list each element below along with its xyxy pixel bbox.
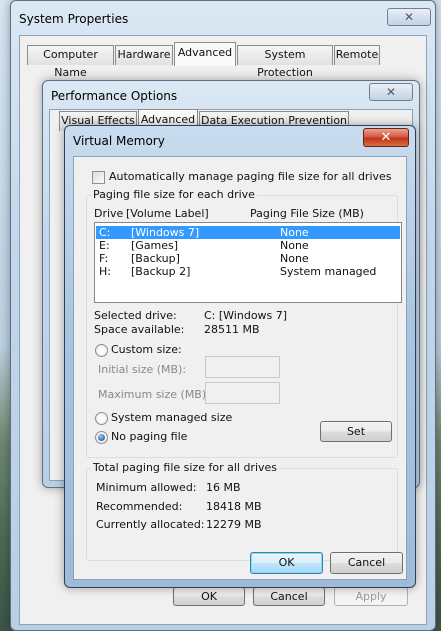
drive-paging-size: System managed bbox=[280, 265, 377, 278]
auto-manage-label[interactable]: Automatically manage paging file size fo… bbox=[109, 170, 392, 183]
ok-button[interactable]: OK bbox=[173, 587, 245, 606]
window-title: System Properties bbox=[19, 12, 129, 26]
maximum-size-input bbox=[205, 382, 280, 404]
drive-row[interactable]: C: [Windows 7] None bbox=[96, 226, 400, 239]
set-button[interactable]: Set bbox=[320, 421, 392, 442]
currently-allocated-value: 12279 MB bbox=[206, 518, 262, 531]
no-paging-radio[interactable] bbox=[95, 431, 108, 444]
drive-volume: [Backup 2] bbox=[131, 265, 191, 278]
drive-letter: C: bbox=[99, 226, 111, 239]
drive-letter: E: bbox=[99, 239, 110, 252]
drive-paging-size: None bbox=[280, 239, 309, 252]
paging-file-group-label: Paging file size for each drive bbox=[91, 188, 257, 201]
currently-allocated-label: Currently allocated: bbox=[96, 518, 205, 531]
drive-row[interactable]: E: [Games] None bbox=[96, 239, 400, 252]
drive-volume: [Games] bbox=[131, 239, 179, 252]
drive-row[interactable]: F: [Backup] None bbox=[96, 252, 400, 265]
window-title: Performance Options bbox=[51, 89, 178, 103]
close-button[interactable]: ✕ bbox=[363, 128, 409, 147]
drive-letter: H: bbox=[99, 265, 111, 278]
tab-computer-name[interactable]: Computer Name bbox=[27, 45, 114, 79]
system-managed-label[interactable]: System managed size bbox=[111, 411, 232, 424]
close-button[interactable]: ✕ bbox=[387, 8, 431, 26]
totals-group-label: Total paging file size for all drives bbox=[91, 461, 280, 474]
recommended-value: 18418 MB bbox=[206, 500, 262, 513]
no-paging-label[interactable]: No paging file bbox=[111, 430, 187, 443]
drive-volume: [Backup] bbox=[131, 252, 180, 265]
custom-size-radio[interactable] bbox=[95, 344, 108, 357]
close-button[interactable]: ✕ bbox=[369, 83, 413, 101]
tab-remote[interactable]: Remote bbox=[334, 45, 380, 65]
recommended-label: Recommended: bbox=[96, 500, 183, 513]
initial-size-label: Initial size (MB): bbox=[98, 363, 187, 376]
close-icon: ✕ bbox=[380, 130, 392, 145]
space-available-label: Space available: bbox=[94, 323, 185, 336]
virtual-memory-dialog: Virtual Memory ✕ Automatically manage pa… bbox=[64, 125, 416, 588]
column-volume-label: [Volume Label] bbox=[126, 207, 209, 220]
tab-hardware[interactable]: Hardware bbox=[115, 45, 173, 65]
close-icon: ✕ bbox=[403, 10, 415, 24]
system-managed-radio[interactable] bbox=[95, 412, 108, 425]
close-icon: ✕ bbox=[385, 85, 397, 99]
auto-manage-checkbox[interactable] bbox=[92, 171, 105, 184]
column-drive: Drive bbox=[94, 207, 124, 220]
drive-letter: F: bbox=[99, 252, 109, 265]
drive-paging-size: None bbox=[280, 252, 309, 265]
ok-button[interactable]: OK bbox=[250, 552, 323, 574]
custom-size-label[interactable]: Custom size: bbox=[111, 343, 182, 356]
tab-advanced[interactable]: Advanced bbox=[174, 42, 236, 66]
selected-drive-label: Selected drive: bbox=[94, 309, 177, 322]
virtual-memory-client: Automatically manage paging file size fo… bbox=[73, 156, 407, 580]
space-available-value: 28511 MB bbox=[204, 323, 260, 336]
dialog-title: Virtual Memory bbox=[73, 134, 165, 148]
cancel-button[interactable]: Cancel bbox=[253, 587, 325, 606]
drive-volume: [Windows 7] bbox=[131, 226, 200, 239]
drive-paging-size: None bbox=[280, 226, 309, 239]
min-allowed-value: 16 MB bbox=[206, 481, 241, 494]
cancel-button[interactable]: Cancel bbox=[330, 552, 403, 574]
maximum-size-label: Maximum size (MB): bbox=[98, 388, 210, 401]
apply-button: Apply bbox=[334, 587, 408, 606]
column-paging-file-size: Paging File Size (MB) bbox=[250, 207, 364, 220]
drive-list[interactable]: C: [Windows 7] None E: [Games] None F: [… bbox=[94, 222, 402, 303]
tab-system-protection[interactable]: System Protection bbox=[237, 45, 333, 79]
drive-row[interactable]: H: [Backup 2] System managed bbox=[96, 265, 400, 278]
min-allowed-label: Minimum allowed: bbox=[96, 481, 197, 494]
selected-drive-value: C: [Windows 7] bbox=[204, 309, 288, 322]
initial-size-input bbox=[205, 356, 280, 378]
